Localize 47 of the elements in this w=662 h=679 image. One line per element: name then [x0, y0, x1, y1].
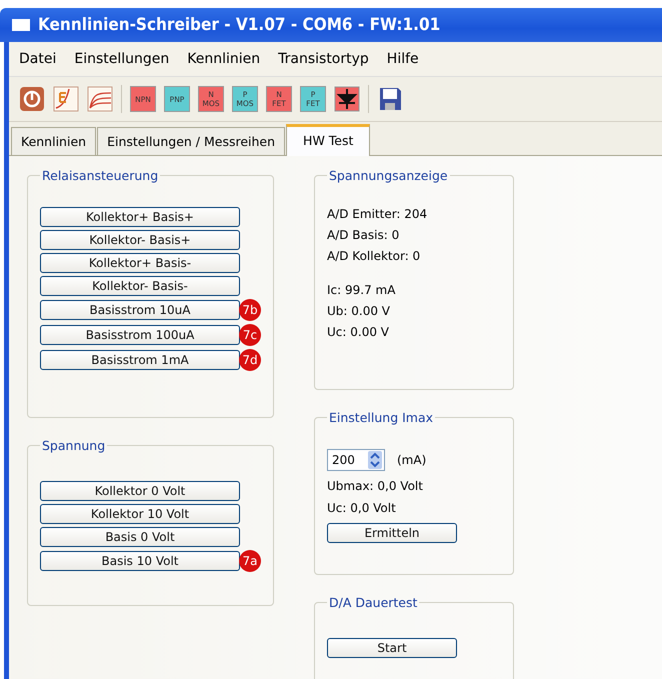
curves-chart-icon[interactable]	[87, 86, 113, 112]
determine-button[interactable]: Ermitteln	[327, 523, 457, 543]
group-title: D/A Dauertest	[328, 595, 418, 610]
power-icon[interactable]	[19, 86, 45, 112]
diode-icon[interactable]	[334, 86, 360, 112]
menu-item[interactable]: Kennlinien	[187, 51, 260, 67]
tab[interactable]: Einstellungen / Messreihen	[97, 127, 286, 155]
relay-button[interactable]: Kollektor+ Basis-	[40, 253, 240, 273]
annotation-badge: 7b	[239, 299, 261, 321]
chart-icon[interactable]	[53, 86, 79, 112]
window-title: Kennlinien-Schreiber - V1.07 - COM6 - FW:1.01	[38, 15, 440, 35]
reading-label: Uc: 0.00 V	[327, 325, 390, 339]
number-spinner[interactable]: 200	[327, 449, 385, 471]
relay-button[interactable]: Basisstrom 1mA	[40, 350, 240, 370]
reading-label: Ub: 0.00 V	[327, 304, 391, 318]
voltage-button[interactable]: Kollektor 10 Volt	[40, 504, 240, 524]
relay-button[interactable]: Kollektor- Basis+	[40, 230, 240, 250]
group-title: Einstellung Imax	[328, 410, 434, 425]
relay-button[interactable]: Basisstrom 10uA	[40, 300, 240, 320]
reading-label: A/D Kollektor: 0	[327, 249, 422, 263]
menu-item[interactable]: Transistortyp	[278, 51, 369, 67]
spinner-arrows-icon[interactable]	[368, 451, 382, 469]
relay-button[interactable]: Kollektor+ Basis+	[40, 207, 240, 227]
menu-item[interactable]: Hilfe	[386, 51, 419, 67]
window-icon	[12, 19, 30, 31]
relay-button[interactable]: Kollektor- Basis-	[40, 276, 240, 296]
tab[interactable]: Kennlinien	[11, 127, 96, 155]
tab[interactable]: HW Test	[286, 124, 370, 156]
group-title: Relaisansteuerung	[41, 168, 160, 183]
reading-label: A/D Basis: 0	[327, 228, 400, 242]
start-button[interactable]: Start	[327, 638, 457, 658]
voltage-button[interactable]: Basis 0 Volt	[40, 527, 240, 547]
group-title: Spannung	[41, 438, 106, 453]
unit-label: (mA)	[397, 453, 426, 467]
menu-item[interactable]: Datei	[19, 51, 56, 67]
annotation-badge: 7c	[239, 324, 261, 346]
annotation-badge: 7d	[239, 349, 261, 371]
relay-button[interactable]: Basisstrom 100uA	[40, 325, 240, 345]
reading-label: Ic: 99.7 mA	[327, 283, 396, 297]
reading-label: Ubmax: 0,0 Volt	[327, 479, 424, 493]
voltage-button[interactable]: Basis 10 Volt	[40, 551, 240, 571]
menu-item[interactable]: Einstellungen	[74, 51, 170, 67]
voltage-button[interactable]: Kollektor 0 Volt	[40, 481, 240, 501]
group-title: Spannungsanzeige	[328, 168, 449, 183]
reading-label: Uc: 0,0 Volt	[327, 501, 397, 515]
reading-label: A/D Emitter: 204	[327, 207, 428, 221]
annotation-badge: 7a	[239, 550, 261, 572]
